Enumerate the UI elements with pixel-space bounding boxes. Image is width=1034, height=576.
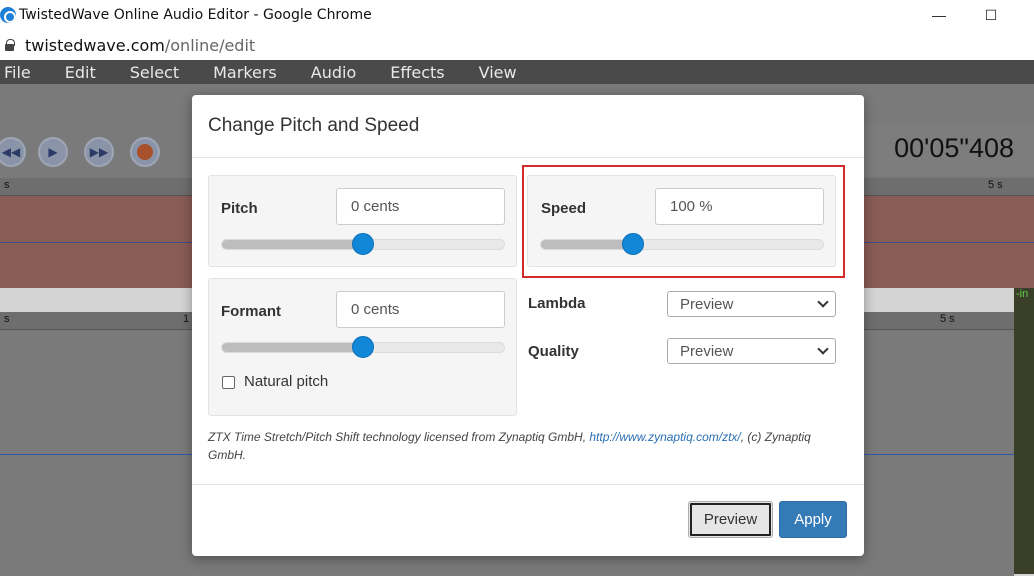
menu-markers[interactable]: Markers [213, 63, 277, 82]
speed-highlight-box [522, 165, 845, 278]
menu-effects[interactable]: Effects [390, 63, 444, 82]
formant-label: Formant [221, 303, 281, 320]
natural-pitch-label[interactable]: Natural pitch [244, 373, 328, 390]
menu-file[interactable]: File [4, 63, 31, 82]
footer-divider [192, 484, 864, 485]
play-button[interactable]: ▶ [38, 137, 68, 167]
menu-edit[interactable]: Edit [65, 63, 96, 82]
chevron-down-icon [817, 343, 829, 355]
formant-slider-fill [222, 343, 363, 352]
quality-select[interactable]: Preview [667, 338, 836, 364]
preview-button[interactable]: Preview [688, 501, 773, 538]
dialog-title: Change Pitch and Speed [208, 115, 420, 136]
window-title: TwistedWave Online Audio Editor - Google… [19, 7, 372, 23]
apply-button[interactable]: Apply [779, 501, 847, 538]
menu-select[interactable]: Select [130, 63, 179, 82]
lock-icon [5, 39, 15, 51]
chevron-down-icon [817, 296, 829, 308]
formant-input[interactable]: 0 cents [336, 291, 505, 328]
dialog-header: Change Pitch and Speed [192, 95, 864, 158]
quality-label: Quality [528, 343, 579, 360]
zynaptiq-link[interactable]: http://www.zynaptiq.com/ztx/ [589, 430, 740, 444]
lambda-select[interactable]: Preview [667, 291, 836, 317]
change-pitch-speed-dialog: Change Pitch and Speed Pitch 0 cents For… [192, 95, 864, 556]
formant-slider-thumb[interactable] [352, 336, 374, 358]
url-text[interactable]: twistedwave.com/online/edit [25, 36, 255, 55]
pitch-panel: Pitch 0 cents [208, 175, 517, 267]
formant-panel: Formant 0 cents Natural pitch [208, 278, 517, 416]
pitch-input[interactable]: 0 cents [336, 188, 505, 225]
chrome-logo-icon [0, 7, 16, 23]
license-credit: ZTX Time Stretch/Pitch Shift technology … [208, 430, 811, 462]
menu-audio[interactable]: Audio [311, 63, 356, 82]
minimize-button[interactable]: — [916, 0, 962, 30]
pitch-label: Pitch [221, 200, 258, 217]
lambda-label: Lambda [528, 295, 586, 312]
pitch-slider-thumb[interactable] [352, 233, 374, 255]
time-display: 00'05"408 [894, 133, 1014, 163]
fast-forward-button[interactable]: ▶▶ [84, 137, 114, 167]
natural-pitch-checkbox[interactable] [222, 376, 235, 389]
maximize-button[interactable]: ☐ [968, 0, 1014, 30]
pitch-slider-fill [222, 240, 363, 249]
level-meter: -in [1014, 288, 1034, 574]
window-titlebar: TwistedWave Online Audio Editor - Google… [0, 0, 1034, 30]
menu-view[interactable]: View [479, 63, 517, 82]
record-button[interactable] [130, 137, 160, 167]
menu-bar: File Edit Select Markers Audio Effects V… [0, 60, 1034, 84]
address-bar[interactable]: twistedwave.com/online/edit [0, 30, 1034, 60]
